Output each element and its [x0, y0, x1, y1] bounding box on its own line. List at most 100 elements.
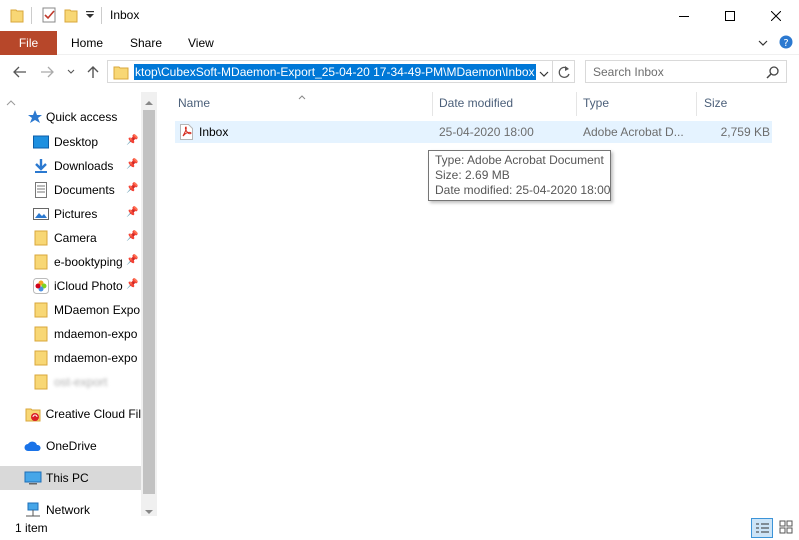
close-button[interactable]	[753, 0, 799, 31]
nav-this-pc[interactable]: This PC	[0, 466, 141, 490]
scroll-down-icon[interactable]	[145, 504, 153, 518]
separator	[101, 7, 102, 24]
folder-icon	[113, 64, 129, 83]
large-icons-view-icon	[779, 520, 793, 534]
nav-label: mdaemon-expo	[54, 351, 138, 365]
recent-locations-button[interactable]	[64, 58, 78, 86]
svg-text:?: ?	[783, 38, 788, 49]
large-icons-view-button[interactable]	[776, 518, 798, 538]
column-header-date[interactable]: Date modified	[439, 94, 513, 114]
tooltip-date: Date modified: 25-04-2020 18:00	[435, 183, 611, 197]
nav-item-mdaemon-expo-1[interactable]: mdaemon-expo	[0, 322, 141, 346]
back-button[interactable]	[10, 58, 30, 86]
nav-creative-cloud[interactable]: Creative Cloud Fil	[0, 402, 141, 426]
nav-scrollbar-thumb[interactable]	[143, 110, 155, 494]
tab-view[interactable]: View	[188, 31, 214, 55]
navigation-pane: Quick access Desktop 📌 Downloads 📌 Docum…	[0, 92, 157, 518]
creative-cloud-icon	[25, 408, 41, 422]
pin-icon[interactable]: 📌	[126, 231, 138, 242]
help-icon[interactable]: ?	[779, 35, 793, 52]
nav-item-mdaemon-expo-2[interactable]: mdaemon-expo	[0, 346, 141, 370]
scroll-up-icon[interactable]	[145, 95, 153, 109]
forward-button[interactable]	[37, 58, 57, 86]
file-name[interactable]: Inbox	[199, 121, 228, 143]
minimize-button[interactable]	[661, 0, 707, 31]
file-date: 25-04-2020 18:00	[439, 125, 534, 139]
pin-icon[interactable]: 📌	[126, 159, 138, 170]
separator	[31, 7, 32, 24]
pin-icon[interactable]: 📌	[126, 183, 138, 194]
search-placeholder: Search Inbox	[593, 65, 664, 79]
folder-icon	[34, 254, 48, 270]
nav-item-ost-export[interactable]: ost-export	[0, 370, 141, 394]
nav-item-pictures[interactable]: Pictures 📌	[0, 202, 141, 226]
folder-icon	[34, 302, 48, 318]
nav-quick-access[interactable]: Quick access	[0, 105, 141, 129]
star-icon	[28, 110, 42, 123]
folder-icon	[34, 350, 48, 366]
table-row[interactable]: Inbox 25-04-2020 18:00 Adobe Acrobat D..…	[175, 121, 772, 143]
folder-icon	[34, 326, 48, 342]
nav-item-e-booktyping[interactable]: e-booktyping 📌	[0, 250, 141, 274]
up-button[interactable]	[84, 58, 102, 86]
nav-item-downloads[interactable]: Downloads 📌	[0, 154, 141, 178]
file-tooltip: Type: Adobe Acrobat Document Size: 2.69 …	[428, 150, 611, 201]
folder-icon	[10, 7, 24, 26]
nav-item-documents[interactable]: Documents 📌	[0, 178, 141, 202]
nav-item-desktop[interactable]: Desktop 📌	[0, 130, 141, 154]
documents-icon	[35, 182, 47, 198]
column-header-name[interactable]: Name	[178, 94, 210, 114]
details-view-button[interactable]	[751, 518, 773, 538]
nav-item-icloud-photos[interactable]: iCloud Photo 📌	[0, 274, 141, 298]
pictures-icon	[33, 208, 49, 220]
search-input[interactable]: Search Inbox	[585, 60, 787, 83]
nav-item-mdaemon-export[interactable]: MDaemon Expo	[0, 298, 141, 322]
new-folder-icon[interactable]	[64, 7, 78, 26]
nav-label: ost-export	[54, 375, 108, 389]
tab-home[interactable]: Home	[71, 31, 103, 55]
onedrive-icon	[24, 441, 41, 451]
properties-icon[interactable]	[42, 7, 57, 26]
customize-toolbar-icon[interactable]	[86, 9, 95, 23]
maximize-button[interactable]	[707, 0, 753, 31]
nav-label: Desktop	[54, 135, 99, 149]
file-size: 2,759 KB	[720, 125, 770, 139]
nav-label: Creative Cloud Fil	[45, 407, 141, 421]
search-icon[interactable]	[766, 65, 780, 82]
column-header-size[interactable]: Size	[704, 94, 727, 114]
nav-label: mdaemon-expo	[54, 327, 138, 341]
nav-label: OneDrive	[46, 439, 97, 453]
chevron-down-icon[interactable]	[539, 68, 549, 82]
column-separator[interactable]	[432, 92, 433, 116]
network-icon	[26, 502, 40, 517]
nav-label: Network	[46, 503, 91, 517]
file-type: Adobe Acrobat D...	[583, 125, 684, 139]
address-row: ktop\CubexSoft-MDaemon-Export_25-04-20 1…	[0, 58, 799, 86]
nav-label: iCloud Photo	[54, 279, 123, 293]
nav-item-camera[interactable]: Camera 📌	[0, 226, 141, 250]
nav-label: Pictures	[54, 207, 98, 221]
ribbon-tabs: File Home Share View ?	[0, 31, 799, 55]
column-separator[interactable]	[576, 92, 577, 116]
window-title: Inbox	[110, 8, 140, 22]
pin-icon[interactable]: 📌	[126, 207, 138, 218]
nav-label: Downloads	[54, 159, 114, 173]
pin-icon[interactable]: 📌	[126, 279, 138, 290]
chevron-down-icon[interactable]	[758, 37, 768, 51]
column-header-type[interactable]: Type	[583, 94, 609, 114]
folder-icon	[34, 374, 48, 390]
column-separator[interactable]	[696, 92, 697, 116]
address-path[interactable]: ktop\CubexSoft-MDaemon-Export_25-04-20 1…	[134, 64, 536, 80]
tooltip-type: Type: Adobe Acrobat Document	[435, 153, 604, 167]
item-count: 1 item	[15, 521, 48, 535]
pin-icon[interactable]: 📌	[126, 255, 138, 266]
sort-ascending-icon	[298, 89, 306, 103]
nav-label: MDaemon Expo	[54, 303, 141, 317]
tab-file[interactable]: File	[0, 31, 57, 55]
download-icon	[35, 159, 47, 173]
address-bar[interactable]: ktop\CubexSoft-MDaemon-Export_25-04-20 1…	[107, 60, 553, 83]
tab-share[interactable]: Share	[130, 31, 162, 55]
refresh-button[interactable]	[553, 60, 575, 83]
nav-onedrive[interactable]: OneDrive	[0, 434, 141, 458]
pin-icon[interactable]: 📌	[126, 135, 138, 146]
